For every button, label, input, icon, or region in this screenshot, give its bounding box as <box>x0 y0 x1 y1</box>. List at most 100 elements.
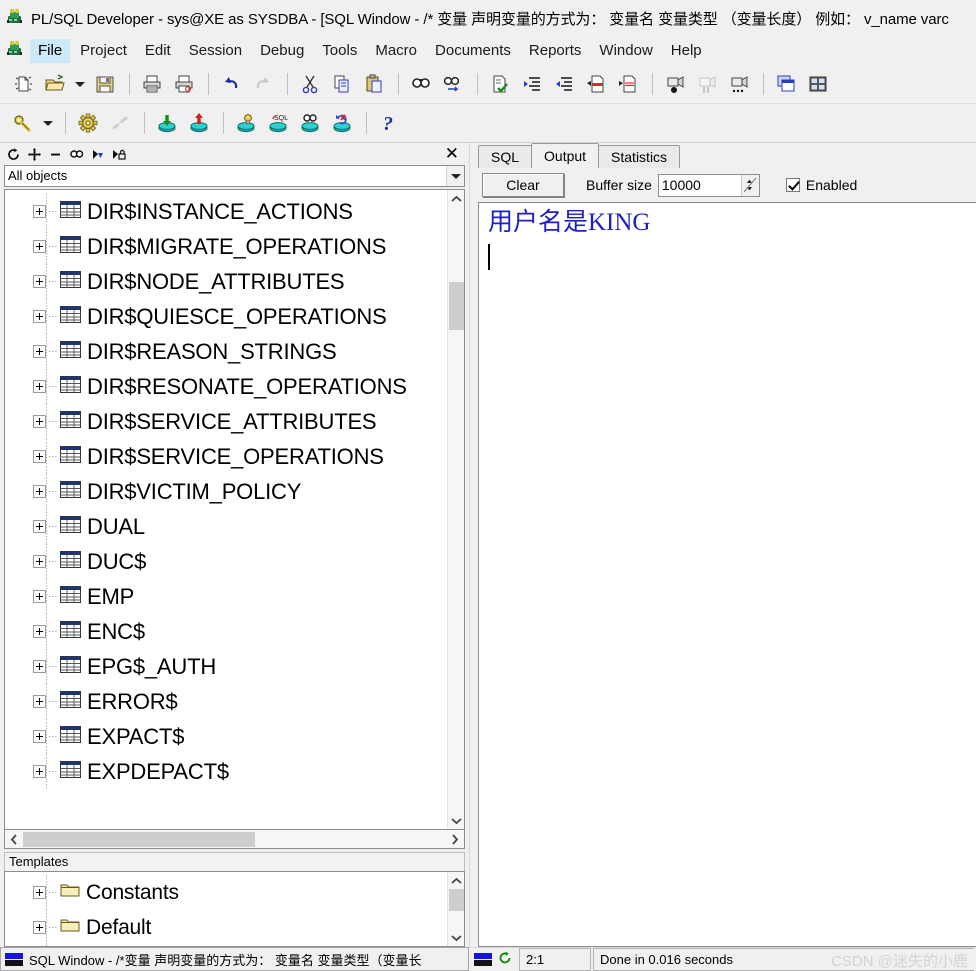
tree-item-dir-instance-actions[interactable]: DIR$INSTANCE_ACTIONS <box>5 194 447 229</box>
expand-icon[interactable] <box>33 345 46 358</box>
tree-item-dual[interactable]: DUAL <box>5 509 447 544</box>
object-filter-combo[interactable]: All objects <box>4 165 465 187</box>
paste-icon[interactable] <box>359 69 389 99</box>
hscrollbar-track[interactable] <box>23 831 446 848</box>
scrollbar-track[interactable] <box>448 889 465 929</box>
record-macro-icon[interactable] <box>660 69 690 99</box>
new-icon[interactable] <box>8 69 38 99</box>
tile-windows-icon[interactable] <box>803 69 833 99</box>
explain-plan-key-icon[interactable] <box>8 108 38 138</box>
find-object-icon[interactable] <box>67 145 86 164</box>
scroll-down-icon[interactable] <box>448 929 465 946</box>
filter-icon[interactable] <box>88 145 107 164</box>
expand-icon[interactable] <box>33 380 46 393</box>
expand-icon[interactable] <box>33 921 46 934</box>
refresh-icon[interactable] <box>4 145 23 164</box>
expand-icon[interactable] <box>33 520 46 533</box>
tree-item-encs[interactable]: ENC$ <box>5 614 447 649</box>
object-tree[interactable]: DIR$INSTANCE_ACTIONS DIR$MIGRATE_OPERATI… <box>5 190 447 829</box>
export-table-icon[interactable] <box>184 108 214 138</box>
help-icon[interactable]: ? <box>374 108 404 138</box>
tree-item-dir-migrate-operations[interactable]: DIR$MIGRATE_OPERATIONS <box>5 229 447 264</box>
undo-icon[interactable] <box>216 69 246 99</box>
redo-icon[interactable] <box>248 69 278 99</box>
scrollbar-thumb[interactable] <box>448 282 464 330</box>
expand-all-icon[interactable] <box>25 145 44 164</box>
tree-item-epg-auth[interactable]: EPG$_AUTH <box>5 649 447 684</box>
scroll-right-icon[interactable] <box>446 831 464 848</box>
templates-tree[interactable]: Constants Default DML statements <box>5 872 447 946</box>
hscrollbar-thumb[interactable] <box>23 831 255 847</box>
open-folder-icon[interactable] <box>40 69 70 99</box>
checkmark-icon[interactable] <box>785 178 800 192</box>
tree-item-dir-victim-policy[interactable]: DIR$VICTIM_POLICY <box>5 474 447 509</box>
expand-icon[interactable] <box>33 555 46 568</box>
menu-item-window[interactable]: Window <box>591 39 660 63</box>
status-window-title[interactable]: SQL Window - /*变量 声明变量的方式为： 变量名 变量类型（变量长 <box>0 947 469 971</box>
scrollbar-track[interactable] <box>448 207 465 812</box>
collapse-all-icon[interactable] <box>46 145 65 164</box>
template-item-default[interactable]: Default <box>5 910 447 945</box>
expand-icon[interactable] <box>33 240 46 253</box>
menu-item-tools[interactable]: Tools <box>314 39 365 63</box>
object-tree-vertical-scrollbar[interactable] <box>447 190 464 829</box>
close-icon[interactable]: ✕ <box>439 145 465 163</box>
expand-icon[interactable] <box>33 275 46 288</box>
indent-icon[interactable] <box>517 69 547 99</box>
tree-item-dir-reason-strings[interactable]: DIR$REASON_STRINGS <box>5 334 447 369</box>
outdent-icon[interactable] <box>549 69 579 99</box>
expand-icon[interactable] <box>33 765 46 778</box>
expand-icon[interactable] <box>33 485 46 498</box>
expand-icon[interactable] <box>33 205 46 218</box>
break-link-icon[interactable] <box>105 108 135 138</box>
lock-folder-icon[interactable] <box>109 145 128 164</box>
menu-item-documents[interactable]: Documents <box>427 39 519 63</box>
template-item-dml-statements[interactable]: DML statements <box>5 945 447 946</box>
menu-item-help[interactable]: Help <box>663 39 710 63</box>
tree-item-dir-service-attributes[interactable]: DIR$SERVICE_ATTRIBUTES <box>5 404 447 439</box>
expand-icon[interactable] <box>33 730 46 743</box>
tree-item-ducs[interactable]: DUC$ <box>5 544 447 579</box>
explain-dropdown-caret-icon[interactable] <box>40 108 56 138</box>
explain-plan-icon[interactable] <box>231 108 261 138</box>
tree-item-dir-node-attributes[interactable]: DIR$NODE_ATTRIBUTES <box>5 264 447 299</box>
save-icon[interactable] <box>90 69 120 99</box>
settings-gear-icon[interactable] <box>73 108 103 138</box>
scroll-up-icon[interactable] <box>448 872 465 889</box>
menu-item-reports[interactable]: Reports <box>521 39 590 63</box>
import-table-icon[interactable] <box>152 108 182 138</box>
scroll-down-icon[interactable] <box>448 812 465 829</box>
templates-vertical-scrollbar[interactable] <box>447 872 464 946</box>
document-menu-icon[interactable] <box>6 39 24 62</box>
menu-item-edit[interactable]: Edit <box>137 39 179 63</box>
menu-item-session[interactable]: Session <box>181 39 250 63</box>
expand-icon[interactable] <box>33 660 46 673</box>
output-text-area[interactable]: 用户名是KING <box>478 202 976 947</box>
clear-button[interactable]: Clear <box>482 173 564 197</box>
spinner-up-down-icon[interactable] <box>740 174 759 196</box>
copy-icon[interactable] <box>327 69 357 99</box>
uncomment-icon[interactable] <box>613 69 643 99</box>
check-syntax-icon[interactable] <box>485 69 515 99</box>
sql-window-icon[interactable]: SQL <box>263 108 293 138</box>
pause-macro-icon[interactable] <box>692 69 722 99</box>
tree-item-dir-service-operations[interactable]: DIR$SERVICE_OPERATIONS <box>5 439 447 474</box>
scroll-left-icon[interactable] <box>5 831 23 848</box>
rollback-icon[interactable] <box>327 108 357 138</box>
tab-statistics[interactable]: Statistics <box>598 145 681 168</box>
open-dropdown-caret-icon[interactable] <box>72 69 88 99</box>
print-icon[interactable] <box>137 69 167 99</box>
cascade-windows-icon[interactable] <box>771 69 801 99</box>
expand-icon[interactable] <box>33 415 46 428</box>
object-tree-horizontal-scrollbar[interactable] <box>4 830 465 849</box>
expand-icon[interactable] <box>33 450 46 463</box>
find-icon[interactable] <box>406 69 436 99</box>
play-macro-icon[interactable] <box>724 69 754 99</box>
expand-icon[interactable] <box>33 310 46 323</box>
find-next-icon[interactable] <box>438 69 468 99</box>
tree-item-expacts[interactable]: EXPACT$ <box>5 719 447 754</box>
tree-item-expdepacts[interactable]: EXPDEPACT$ <box>5 754 447 789</box>
tree-item-dir-resonate-operations[interactable]: DIR$RESONATE_OPERATIONS <box>5 369 447 404</box>
cut-icon[interactable] <box>295 69 325 99</box>
expand-icon[interactable] <box>33 886 46 899</box>
